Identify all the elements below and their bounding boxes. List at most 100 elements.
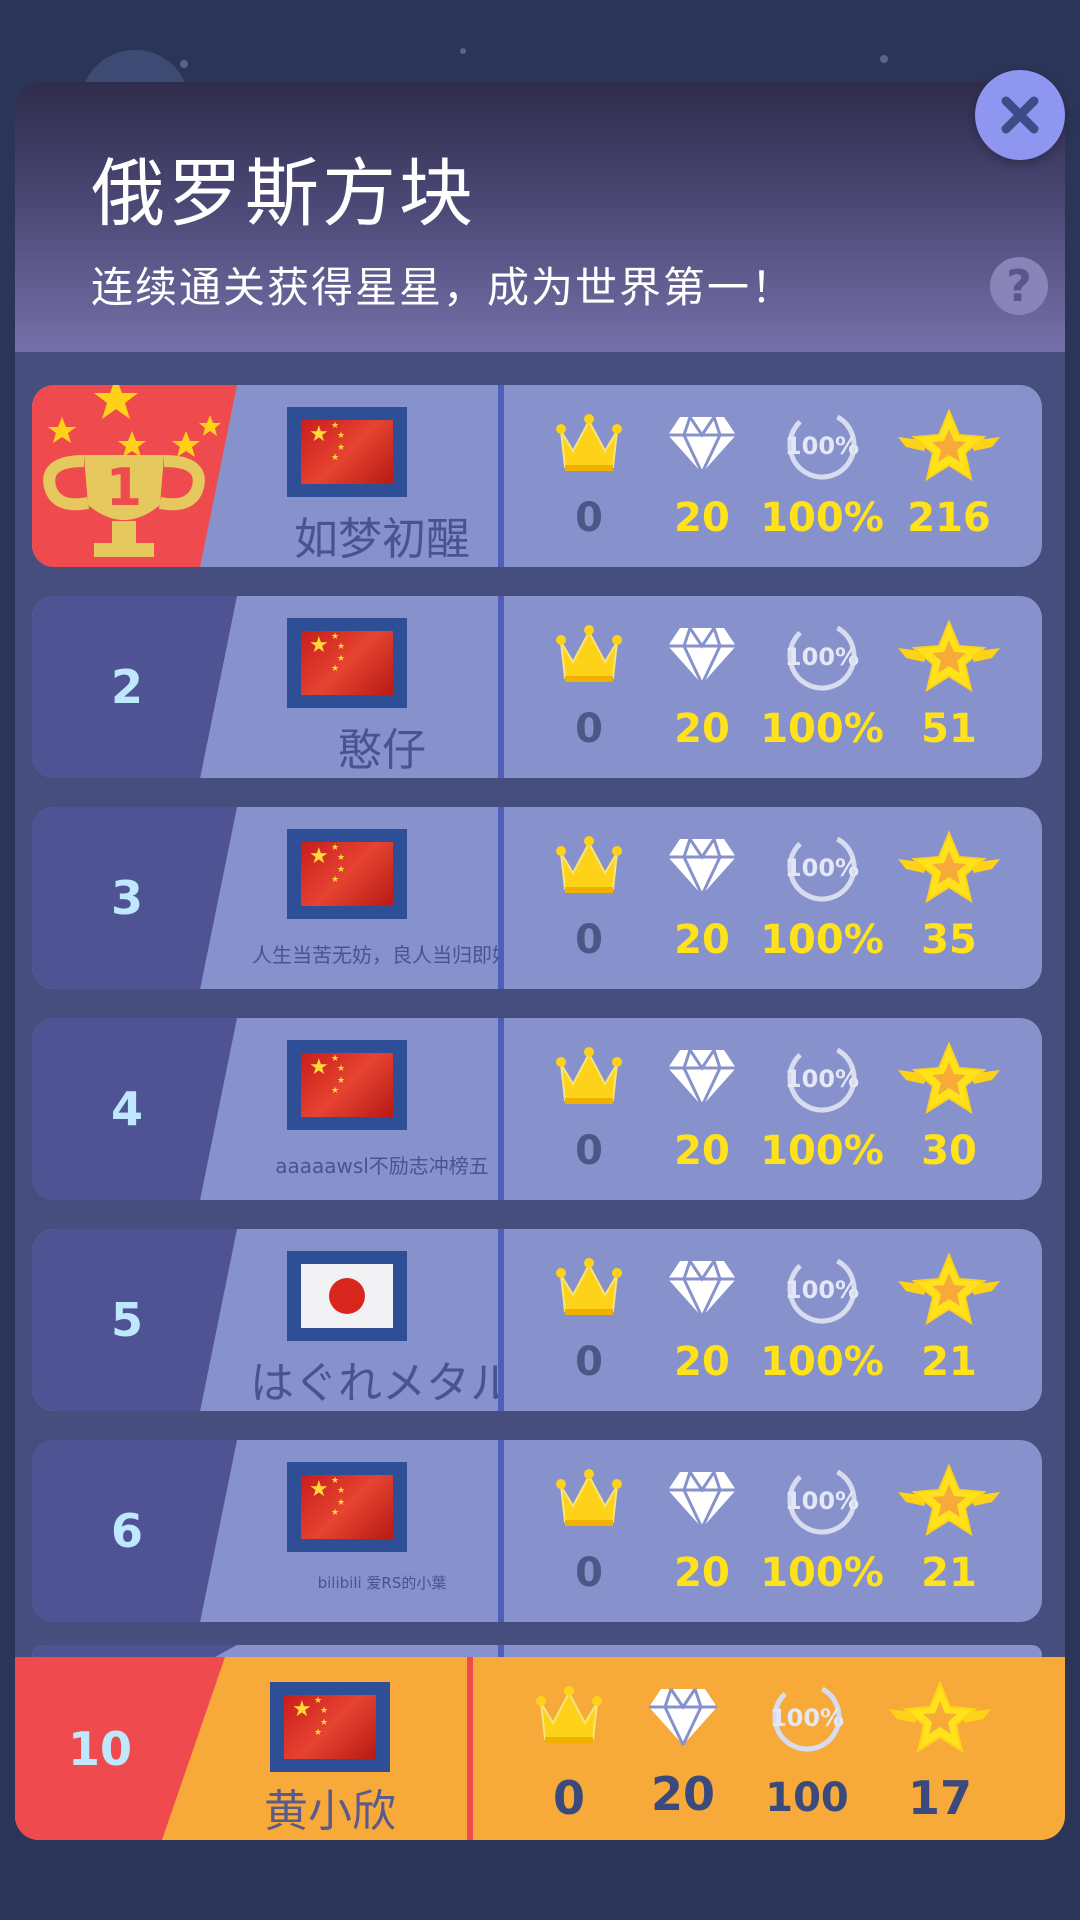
leaderboard-row[interactable]: 6 ★ ★ ★ ★ ★ bilibili 爱RS的小葉 0 20 100% 100% 21 bbox=[32, 1440, 1042, 1622]
leaderboard-row[interactable]: 5 はぐれメタル 0 20 100% 100% 21 bbox=[32, 1229, 1042, 1411]
leaderboard-row[interactable]: 4 ★ ★ ★ ★ ★ aaaaawsl不励志冲榜五 0 20 100% 100% 30 bbox=[32, 1018, 1042, 1200]
player-name: aaaaawsl不励志冲榜五 bbox=[275, 1154, 489, 1178]
winged-star-icon bbox=[889, 407, 1009, 487]
stars-value: 30 bbox=[921, 1128, 977, 1174]
diamond-icon bbox=[642, 407, 762, 487]
crown-icon bbox=[529, 1251, 649, 1331]
stat-stars-value: 35 bbox=[889, 807, 1009, 989]
flag-china-icon: ★ ★ ★ ★ ★ bbox=[287, 618, 407, 708]
percent-100-icon: 100% bbox=[747, 1679, 867, 1759]
stat-stars-value: 30 bbox=[889, 1018, 1009, 1200]
player-name: 如梦初醒 bbox=[294, 514, 470, 565]
row-left: 3 ★ ★ ★ ★ ★ 人生当苦无妨，良人当归即好 bbox=[32, 807, 502, 989]
svg-text:100%: 100% bbox=[785, 1487, 859, 1515]
stars-value: 21 bbox=[921, 1339, 977, 1385]
my-rank-bar[interactable]: 10 ★ ★ ★ ★ ★ 黄小欣 0 20 100% 100 17 bbox=[15, 1657, 1065, 1840]
my-diamonds-stat: 20 bbox=[623, 1657, 743, 1839]
stat-percent-value: 100% 100% bbox=[760, 385, 884, 567]
row-left: 4 ★ ★ ★ ★ ★ aaaaawsl不励志冲榜五 bbox=[32, 1018, 502, 1200]
percent-100-icon: 100% bbox=[762, 1040, 882, 1120]
winged-star-icon bbox=[889, 1040, 1009, 1120]
my-rank-number: 10 bbox=[67, 1721, 132, 1776]
winged-star-icon bbox=[889, 829, 1009, 909]
row-left: 2 ★ ★ ★ ★ ★ 憨仔 bbox=[32, 596, 502, 778]
close-button[interactable] bbox=[975, 70, 1065, 160]
flag-image: ★ ★ ★ ★ ★ bbox=[301, 842, 393, 906]
row-stats: 0 20 100% 100% 21 bbox=[504, 1440, 1042, 1622]
percent-100-icon: 100% bbox=[762, 1251, 882, 1331]
help-icon[interactable]: ? bbox=[990, 257, 1048, 315]
percent-100-icon: 100% bbox=[762, 407, 882, 487]
flag-image: ★ ★ ★ ★ ★ bbox=[301, 1475, 393, 1539]
stars-value: 35 bbox=[921, 917, 977, 963]
player-name: はぐれメタル bbox=[250, 1358, 502, 1409]
stat-percent-value: 100% 100% bbox=[760, 596, 884, 778]
stat-percent-value: 100% 100% bbox=[760, 1018, 884, 1200]
rank-number: 1 bbox=[106, 458, 142, 518]
rank-number: 5 bbox=[110, 1293, 143, 1347]
stat-stars-value: 216 bbox=[889, 385, 1009, 567]
svg-text:100%: 100% bbox=[785, 1065, 859, 1093]
player-name: 憨仔 bbox=[338, 725, 426, 776]
crown-icon bbox=[529, 618, 649, 698]
flag-image: ★ ★ ★ ★ ★ bbox=[301, 1053, 393, 1117]
svg-text:100%: 100% bbox=[770, 1704, 844, 1732]
leaderboard-row[interactable]: 3 ★ ★ ★ ★ ★ 人生当苦无妨，良人当归即好 0 20 100% 100% 35 bbox=[32, 807, 1042, 989]
stat-percent-value: 100% 100% bbox=[760, 1229, 884, 1411]
percent-100-icon: 100% bbox=[762, 1462, 882, 1542]
row-stats: 0 20 100% 100% 51 bbox=[504, 596, 1042, 778]
row-stats: 0 20 100% 100% 216 bbox=[504, 385, 1042, 567]
stat-percent-value: 100% 100% bbox=[760, 807, 884, 989]
my-stars-stat: 17 bbox=[880, 1657, 1000, 1839]
stat-percent-value: 100% 100% bbox=[760, 1440, 884, 1622]
percent-100-icon: 100% bbox=[762, 829, 882, 909]
flag-image: ★ ★ ★ ★ ★ bbox=[301, 631, 393, 695]
row-left: 1 ★ ★ ★ ★ ★ 如梦初醒 bbox=[32, 385, 502, 567]
flag-china-icon: ★ ★ ★ ★ ★ bbox=[287, 1462, 407, 1552]
row-stats: 0 20 100% 100% 30 bbox=[504, 1018, 1042, 1200]
flag-china-icon: ★ ★ ★ ★ ★ bbox=[287, 1040, 407, 1130]
diamond-icon bbox=[642, 829, 762, 909]
leaderboard-row[interactable]: 1 ★ ★ ★ ★ ★ 如梦初醒 0 20 100% 100% 216 bbox=[32, 385, 1042, 567]
rank-number: 6 bbox=[110, 1504, 143, 1558]
my-percent-stat: 100% 100 bbox=[747, 1657, 867, 1839]
stars-value: 21 bbox=[921, 1550, 977, 1596]
svg-text:100%: 100% bbox=[785, 643, 859, 671]
my-name: 黄小欣 bbox=[264, 1786, 396, 1837]
flag-china-icon: ★ ★ ★ ★ ★ bbox=[287, 407, 407, 497]
row-left: 6 ★ ★ ★ ★ ★ bilibili 爱RS的小葉 bbox=[32, 1440, 502, 1622]
row-stats: 0 20 100% 100% 35 bbox=[504, 807, 1042, 989]
my-stars-value: 17 bbox=[907, 1771, 972, 1825]
winged-star-icon bbox=[880, 1679, 1000, 1759]
rank-number: 3 bbox=[110, 871, 143, 925]
page-subtitle: 连续通关获得星星，成为世界第一！ bbox=[91, 263, 796, 312]
diamond-icon bbox=[642, 1040, 762, 1120]
header: 俄罗斯方块 连续通关获得星星，成为世界第一！ ? bbox=[15, 82, 1065, 352]
stars-value: 51 bbox=[921, 706, 977, 752]
close-icon bbox=[1001, 96, 1039, 134]
flag-japan-icon bbox=[287, 1251, 407, 1341]
trophy-icon: 1 bbox=[43, 385, 221, 557]
player-name: 人生当苦无妨，良人当归即好 bbox=[252, 943, 502, 967]
winged-star-icon bbox=[889, 1462, 1009, 1542]
diamond-icon bbox=[642, 618, 762, 698]
flag-image bbox=[301, 1264, 393, 1328]
flag-china-icon: ★ ★ ★ ★ ★ bbox=[287, 829, 407, 919]
percent-100-icon: 100% bbox=[762, 618, 882, 698]
stat-stars-value: 21 bbox=[889, 1229, 1009, 1411]
row-left: 5 はぐれメタル bbox=[32, 1229, 502, 1411]
stars-value: 216 bbox=[907, 495, 991, 541]
winged-star-icon bbox=[889, 1251, 1009, 1331]
diamond-icon bbox=[642, 1462, 762, 1542]
crown-icon bbox=[529, 407, 649, 487]
row-stats: 0 20 100% 100% 21 bbox=[504, 1229, 1042, 1411]
my-flag-china-icon: ★ ★ ★ ★ ★ bbox=[270, 1682, 390, 1772]
flag-image: ★ ★ ★ ★ ★ bbox=[301, 420, 393, 484]
crown-icon bbox=[509, 1679, 629, 1759]
rank-number: 4 bbox=[110, 1082, 143, 1136]
winged-star-icon bbox=[889, 618, 1009, 698]
leaderboard-row[interactable]: 2 ★ ★ ★ ★ ★ 憨仔 0 20 100% 100% 51 bbox=[32, 596, 1042, 778]
stat-stars-value: 51 bbox=[889, 596, 1009, 778]
svg-text:100%: 100% bbox=[785, 1276, 859, 1304]
crown-icon bbox=[529, 1462, 649, 1542]
